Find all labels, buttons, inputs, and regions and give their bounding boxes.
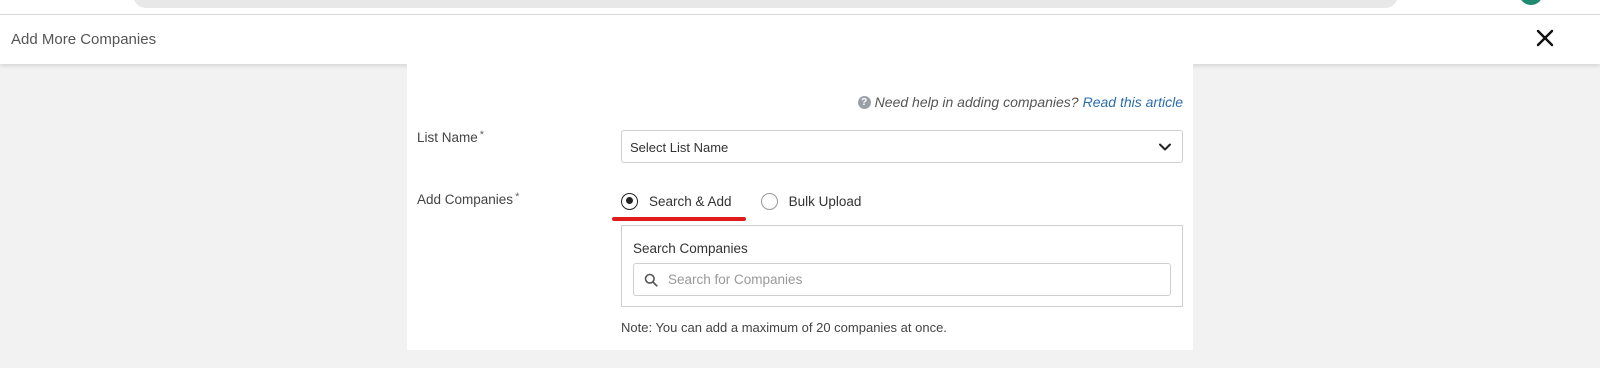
list-name-select[interactable]: Select List Name	[621, 130, 1183, 163]
search-icon	[644, 273, 658, 287]
help-icon: ?	[857, 95, 871, 109]
list-name-label: List Name *	[417, 129, 485, 145]
modal-title: Add More Companies	[11, 31, 157, 48]
help-text: Need help in adding companies?	[874, 94, 1079, 110]
list-name-selected-value: Select List Name	[630, 140, 729, 155]
radio-search-and-add[interactable]: Search & Add	[621, 192, 732, 210]
search-field[interactable]	[633, 263, 1171, 296]
search-input[interactable]	[668, 264, 1163, 295]
browser-toolbar	[0, 0, 1600, 14]
selection-highlight-underline	[612, 217, 746, 221]
radio-button-unchecked[interactable]	[760, 192, 778, 210]
add-method-radio-group: Search & Add Bulk Upload	[621, 191, 861, 211]
address-bar[interactable]	[133, 0, 1398, 8]
search-companies-section: Search Companies	[621, 225, 1183, 307]
chevron-down-icon	[1159, 143, 1171, 151]
avatar[interactable]	[1519, 0, 1543, 5]
search-companies-label: Search Companies	[633, 241, 748, 256]
radio-label-search-and-add: Search & Add	[649, 193, 732, 209]
radio-label-bulk-upload: Bulk Upload	[788, 193, 862, 209]
add-companies-form: ? Need help in adding companies? Read th…	[407, 64, 1193, 350]
radio-button-checked[interactable]	[621, 192, 638, 210]
close-button[interactable]	[1532, 25, 1558, 51]
help-line: ? Need help in adding companies? Read th…	[857, 94, 1183, 110]
radio-bulk-upload[interactable]: Bulk Upload	[760, 192, 862, 210]
modal-header: Add More Companies	[0, 14, 1600, 64]
required-mark: *	[515, 191, 520, 203]
max-companies-note: Note: You can add a maximum of 20 compan…	[621, 320, 947, 335]
required-mark: *	[479, 129, 485, 141]
close-icon	[1536, 29, 1554, 47]
add-companies-label: Add Companies *	[417, 191, 520, 207]
read-article-link[interactable]: Read this article	[1083, 94, 1183, 110]
list-name-label-text: List Name	[417, 130, 478, 145]
add-companies-label-text: Add Companies	[417, 192, 514, 207]
